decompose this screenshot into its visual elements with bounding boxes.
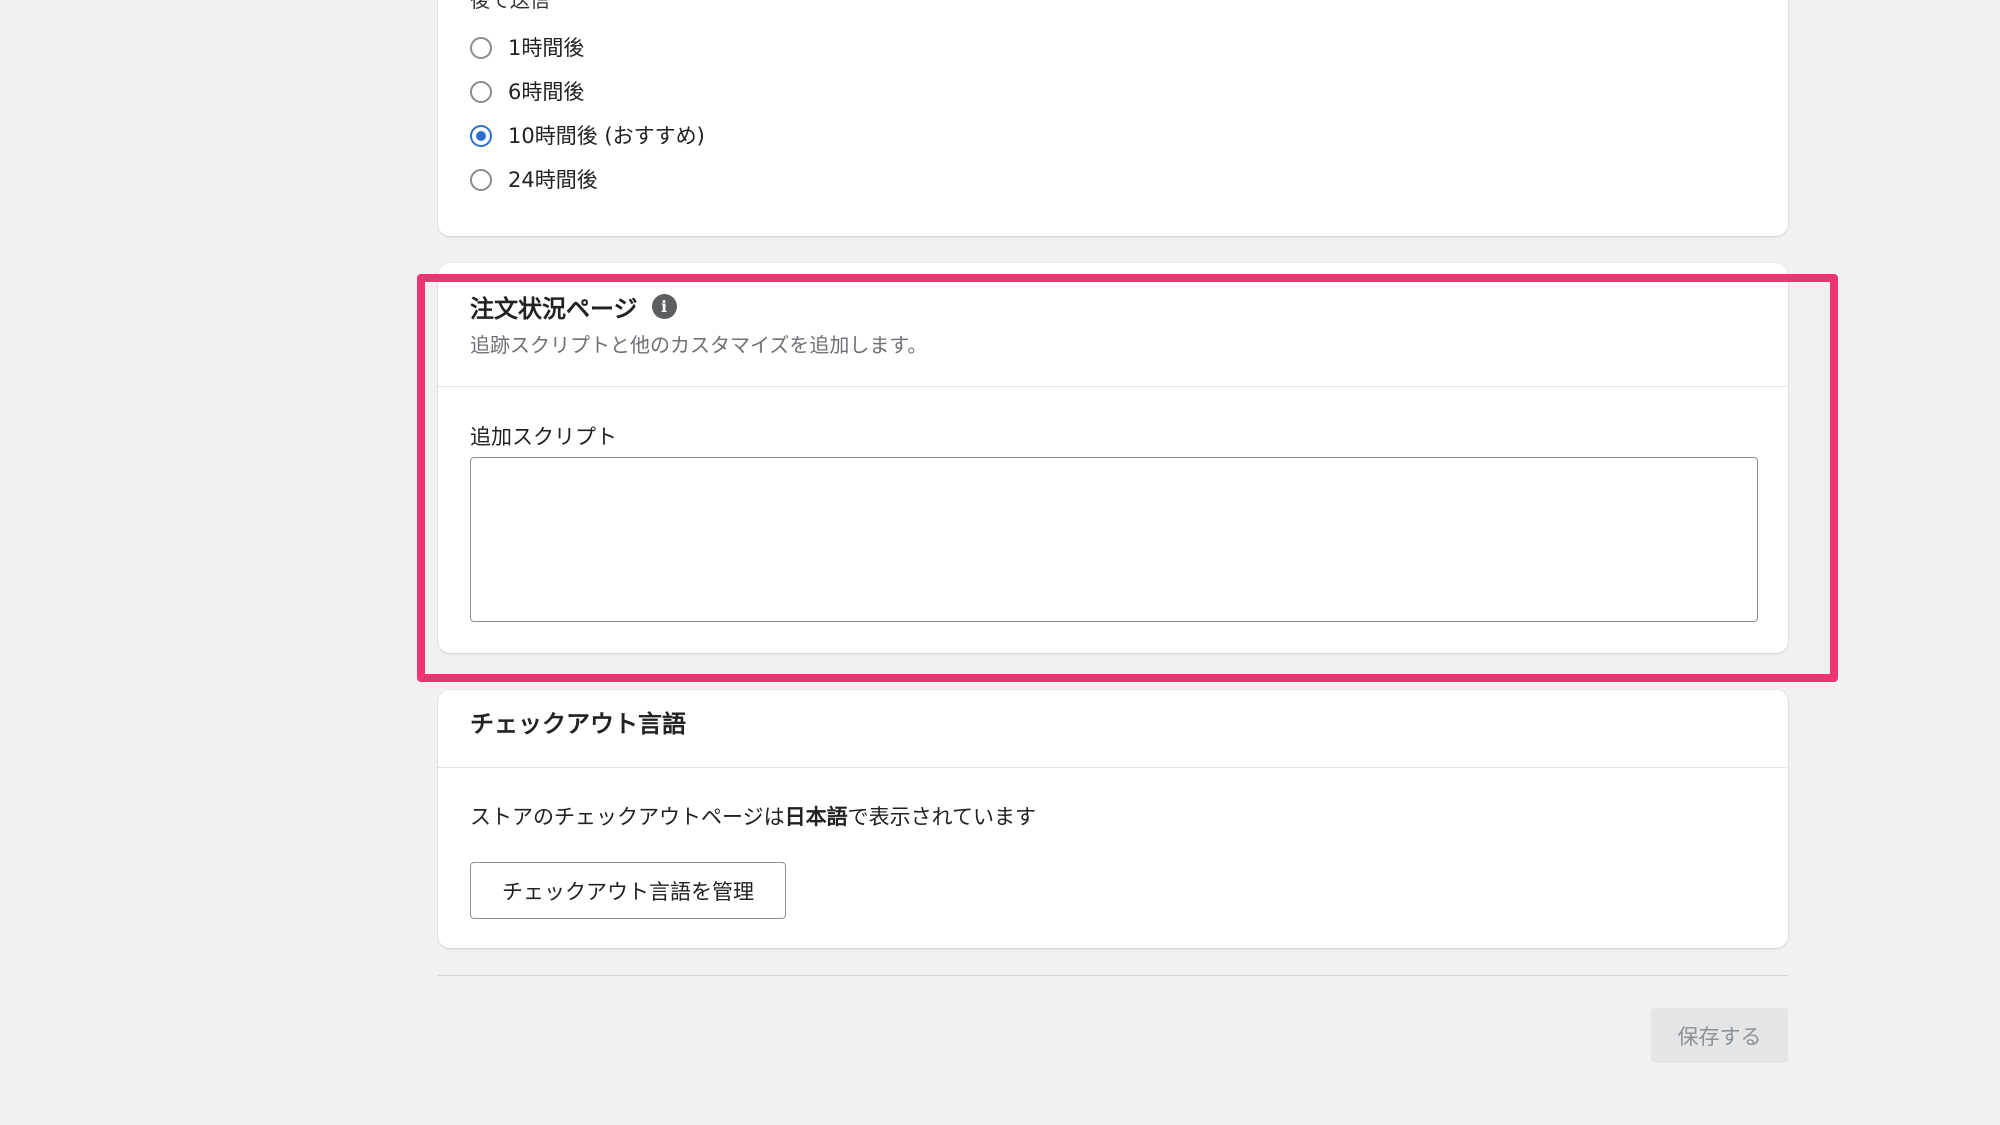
checkout-language-text: ストアのチェックアウトページは日本語で表示されています [470, 801, 1036, 831]
checkout-language-card: チェックアウト言語 ストアのチェックアウトページは日本語で表示されています チェ… [438, 690, 1788, 948]
radio-label: 24時間後 [508, 168, 598, 192]
radio-button-checked[interactable] [470, 125, 492, 147]
radio-option-6h[interactable]: 6時間後 [470, 75, 584, 109]
radio-option-24h[interactable]: 24時間後 [470, 163, 598, 197]
order-status-description: 追跡スクリプトと他のカスタマイズを追加します。 [470, 333, 928, 357]
send-later-card: 後で送信 1時間後 6時間後 10時間後 (おすすめ) 24時間後 [438, 0, 1788, 236]
checkout-language-text-before: ストアのチェックアウトページは [470, 805, 785, 829]
radio-button[interactable] [470, 81, 492, 103]
radio-label: 1時間後 [508, 36, 585, 60]
additional-script-textarea[interactable] [470, 457, 1758, 622]
send-later-heading: 後で送信 [470, 0, 550, 12]
checkout-language-value: 日本語 [784, 805, 848, 829]
radio-button[interactable] [470, 169, 492, 191]
checkout-language-title: チェックアウト言語 [470, 710, 686, 738]
order-status-title-row: 注文状況ページ i [470, 289, 677, 324]
settings-page: 後で送信 1時間後 6時間後 10時間後 (おすすめ) 24時間後 注文状況ペー… [0, 0, 2000, 1125]
order-status-title: 注文状況ページ [470, 295, 638, 323]
radio-option-1h[interactable]: 1時間後 [470, 31, 584, 65]
section-divider [438, 767, 1788, 768]
checkout-language-text-after: で表示されています [847, 805, 1036, 829]
radio-option-10h[interactable]: 10時間後 (おすすめ) [470, 119, 705, 153]
order-status-card: 注文状況ページ i 追跡スクリプトと他のカスタマイズを追加します。 追加スクリプ… [438, 263, 1788, 653]
info-icon[interactable]: i [651, 294, 677, 319]
additional-script-label: 追加スクリプト [470, 425, 617, 449]
section-divider [438, 386, 1788, 387]
manage-checkout-language-button[interactable]: チェックアウト言語を管理 [470, 862, 786, 919]
radio-button[interactable] [470, 37, 492, 59]
radio-label: 10時間後 (おすすめ) [508, 124, 705, 148]
save-button[interactable]: 保存する [1651, 1008, 1788, 1063]
radio-label: 6時間後 [508, 80, 585, 104]
page-divider [438, 975, 1788, 976]
